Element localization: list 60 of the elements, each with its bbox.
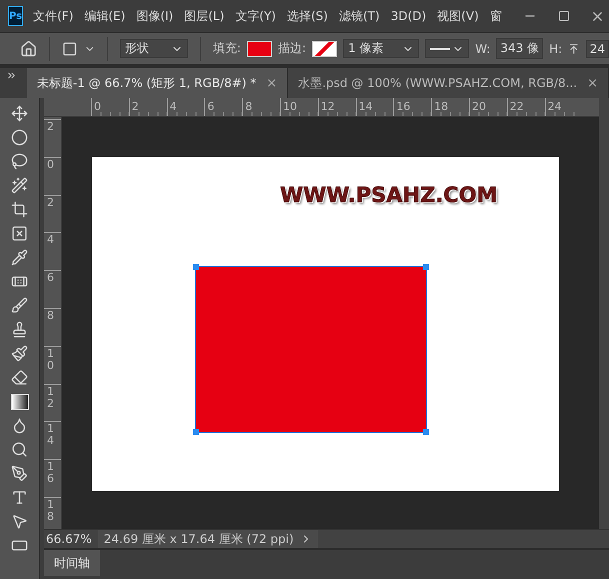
ruler-label: 0 [47, 158, 54, 171]
width-label: W: [475, 42, 490, 56]
ruler-label: 18 [47, 498, 54, 524]
menu-item[interactable]: 编辑(E) [84, 8, 126, 24]
menu-item[interactable]: 文字(Y) [235, 8, 276, 24]
ruler-label: 20 [468, 98, 507, 116]
anchor-handle[interactable] [193, 264, 199, 270]
ruler-label: 4 [166, 98, 204, 116]
stroke-width-dropdown[interactable]: 1 像素 [343, 39, 419, 58]
stroke-swatch[interactable] [312, 40, 338, 56]
ruler-label: 14 [47, 423, 54, 448]
canvas-text: WWW.PSAHZ.COM [280, 183, 498, 207]
fill-label: 填充: [212, 40, 241, 57]
ruler-label: 4 [47, 234, 54, 246]
home-icon[interactable] [20, 40, 38, 58]
eraser-icon[interactable] [8, 368, 30, 387]
ruler-label: 10 [47, 348, 54, 372]
ruler-label: 18 [431, 98, 469, 116]
ruler-label: 8 [242, 98, 280, 116]
anchor-handle[interactable] [423, 264, 429, 270]
anchor-handle[interactable] [423, 429, 429, 435]
ruler-label: 10 [280, 98, 318, 116]
expand-icon[interactable] [6, 70, 17, 81]
document-size[interactable]: 24.69 厘米 x 17.64 厘米 (72 ppi) [98, 530, 318, 548]
menu-item[interactable]: 滤镜(T) [338, 8, 380, 24]
ruler-label: 8 [47, 310, 54, 322]
menu-item[interactable]: 图像(I) [136, 8, 174, 24]
stroke-style-dropdown[interactable] [424, 39, 470, 58]
ruler-label: 6 [204, 98, 242, 116]
ruler-label: 14 [356, 98, 394, 116]
line-icon [430, 48, 450, 50]
document-tab[interactable]: 水墨.psd @ 100% (WWW.PSAHZ.COM, RGB/8... × [288, 68, 609, 98]
ruler-label: 12 [47, 386, 54, 410]
mode-dropdown[interactable]: 形状 [120, 39, 188, 58]
menu-item[interactable]: 3D(D) [390, 9, 426, 23]
ruler-label: 16 [393, 98, 432, 116]
app-logo[interactable]: Ps [8, 6, 24, 26]
panel-tab[interactable]: 时间轴 [44, 550, 100, 576]
ruler-label: 6 [47, 272, 54, 284]
menu-item[interactable]: 图层(L) [184, 8, 224, 24]
gradient-icon[interactable] [8, 392, 30, 411]
document-tab[interactable]: 未标题-1 @ 66.7% (矩形 1, RGB/8#) * × [26, 68, 288, 98]
menu-item[interactable]: 文件(F) [33, 8, 74, 24]
width-field[interactable]: 343 像 [496, 38, 544, 59]
zoom-level: 66.67% [45, 532, 93, 546]
rectangle-tool-icon[interactable] [62, 40, 78, 56]
tab-close-button[interactable]: × [587, 76, 598, 90]
ruler-label: 16 [47, 461, 54, 486]
height-label: H: [549, 42, 562, 56]
ruler-label: 2 [47, 121, 54, 134]
stroke-label: 描边: [278, 40, 306, 57]
anchor-handle[interactable] [193, 429, 199, 435]
ruler-label: 2 [47, 196, 54, 209]
menu-item[interactable]: 视图(V) [437, 8, 479, 24]
ruler-label: 0 [91, 98, 129, 116]
menu-item[interactable]: 窗 [490, 8, 502, 24]
menu-item[interactable]: 选择(S) [287, 8, 328, 24]
fill-swatch[interactable] [246, 40, 272, 56]
height-field[interactable]: 24 [586, 40, 609, 58]
maximize-icon [558, 10, 570, 22]
